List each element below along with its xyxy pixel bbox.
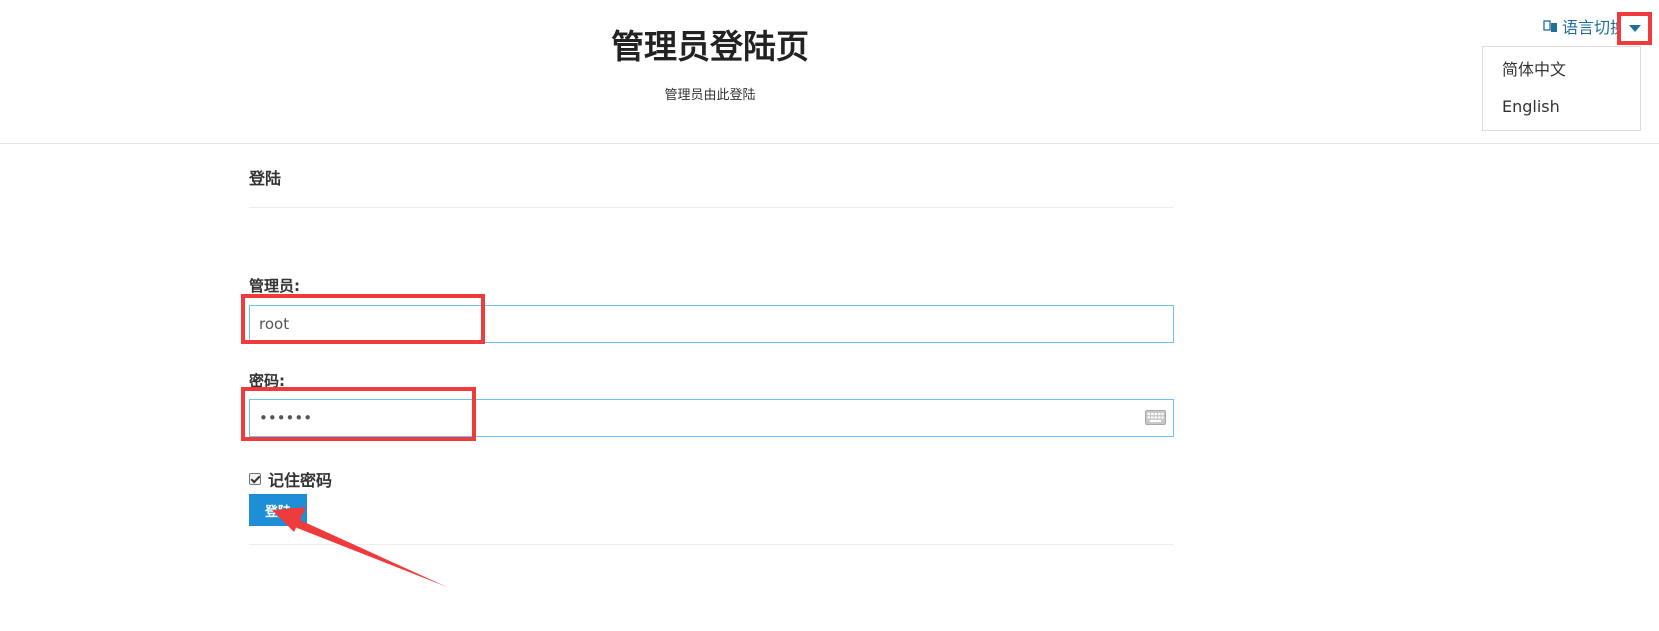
remember-checkbox[interactable] bbox=[249, 473, 261, 485]
divider bbox=[249, 207, 1174, 208]
username-highlight-box bbox=[241, 294, 485, 344]
keyboard-icon[interactable] bbox=[1145, 410, 1166, 425]
remember-password[interactable]: 记住密码 bbox=[249, 467, 332, 491]
language-dropdown-toggle[interactable] bbox=[1617, 12, 1652, 45]
page-subtitle: 管理员由此登陆 bbox=[664, 88, 756, 103]
language-switcher[interactable]: 语言切换 bbox=[1543, 13, 1626, 39]
password-highlight-box bbox=[241, 387, 476, 441]
divider bbox=[249, 544, 1174, 545]
login-section-title: 登陆 bbox=[249, 169, 282, 188]
page-header: 管理员登陆页 管理员由此登陆 bbox=[0, 0, 1659, 144]
globe-icon bbox=[1543, 20, 1557, 32]
remember-label: 记住密码 bbox=[268, 471, 333, 490]
language-option-en[interactable]: English bbox=[1483, 96, 1640, 133]
page-title: 管理员登陆页 bbox=[611, 27, 809, 66]
language-option-zh[interactable]: 简体中文 bbox=[1483, 59, 1640, 96]
username-label: 管理员: bbox=[249, 277, 300, 295]
language-menu: 简体中文 English bbox=[1482, 46, 1641, 131]
caret-down-icon bbox=[1628, 25, 1641, 32]
login-button[interactable]: 登陆 bbox=[249, 494, 307, 526]
